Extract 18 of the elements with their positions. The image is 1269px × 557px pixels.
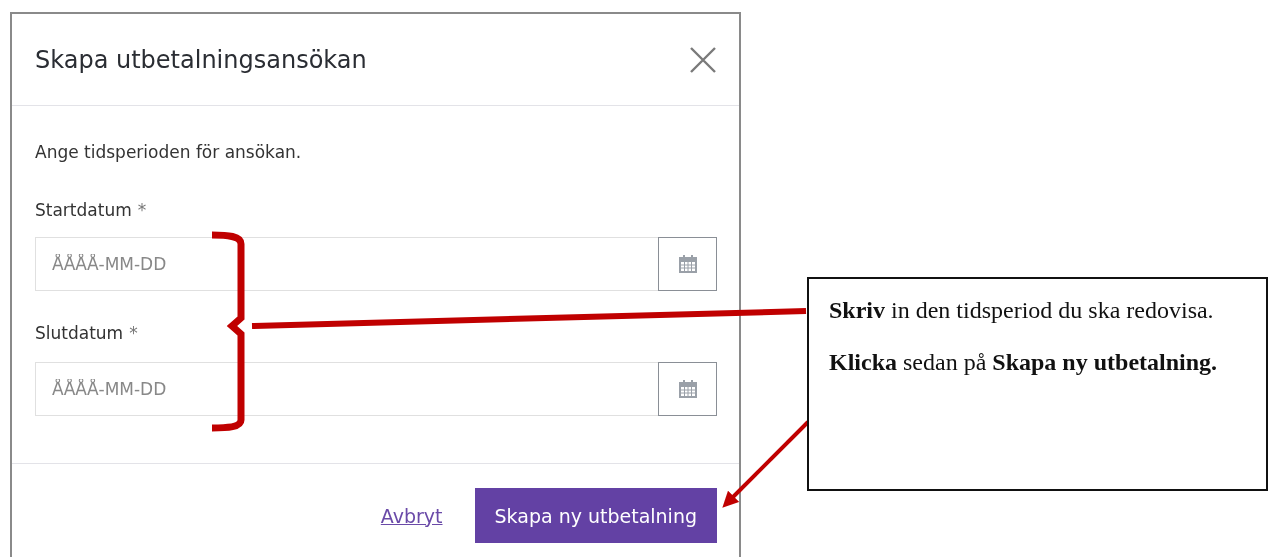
calendar-icon [677,379,698,399]
dialog-title: Skapa utbetalningsansökan [35,45,367,74]
calendar-button[interactable] [658,237,717,291]
close-button[interactable] [689,45,717,74]
callout-text: Skriv in den tidsperiod du ska redovisa. [829,296,1215,325]
date-field[interactable]: ÅÅÅÅ-MM-DD [35,362,658,416]
intro-text: Ange tidsperioden för ansökan. [35,141,303,164]
date-field[interactable]: ÅÅÅÅ-MM-DD [35,237,658,291]
close-icon [689,45,717,74]
required-mark: * [137,199,147,222]
required-mark: * [129,322,138,345]
cancel-link[interactable]: Avbryt [380,504,443,527]
callout-text: Klicka sedan på Skapa ny utbetalning. [829,348,1219,377]
field-label: Slutdatum [35,322,124,345]
calendar-button[interactable] [658,362,717,416]
field-label: Startdatum [35,199,132,222]
calendar-icon [677,254,698,274]
submit-button[interactable]: Skapa ny utbetalning [474,488,717,543]
